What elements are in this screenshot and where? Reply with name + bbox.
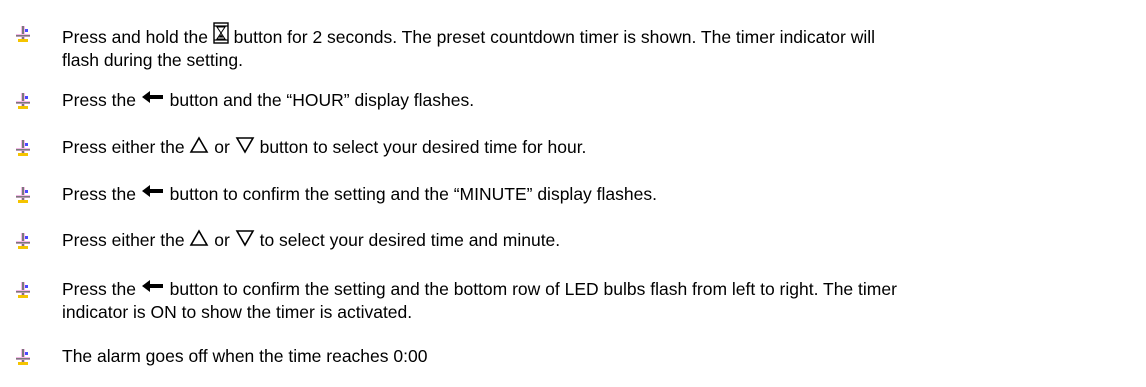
step-text: button to confirm the setting and the “M… bbox=[164, 184, 657, 204]
step-text: Press either the bbox=[62, 230, 190, 250]
hourglass-icon bbox=[213, 22, 229, 44]
bullet-icon bbox=[15, 232, 31, 250]
left-arrow-icon bbox=[141, 183, 165, 201]
step-text: Press the bbox=[62, 90, 141, 110]
bullet-icon bbox=[15, 92, 31, 110]
step-text: indicator is ON to show the timer is act… bbox=[62, 302, 413, 322]
down-triangle-icon bbox=[235, 229, 255, 247]
step-text: button for 2 seconds. The preset countdo… bbox=[228, 27, 875, 47]
bullet-icon bbox=[15, 348, 31, 366]
step-text: flash during the setting. bbox=[62, 50, 243, 70]
up-triangle-icon bbox=[189, 136, 209, 154]
step-text: Press the bbox=[62, 184, 141, 204]
step-text: Press either the bbox=[62, 137, 190, 157]
step-text: or bbox=[209, 137, 235, 157]
step-text: button and the “HOUR” display flashes. bbox=[164, 90, 475, 110]
down-triangle-icon bbox=[235, 136, 255, 154]
bullet-icon bbox=[15, 281, 31, 299]
instruction-list: Press and hold the button for 2 seconds.… bbox=[0, 0, 1146, 387]
left-arrow-icon bbox=[141, 278, 165, 296]
step-text: Press the bbox=[62, 279, 141, 299]
step-text: to select your desired time and minute. bbox=[254, 230, 561, 250]
bullet-icon bbox=[15, 139, 31, 157]
step-text: The alarm goes off when the time reaches… bbox=[62, 346, 428, 366]
left-arrow-icon bbox=[141, 89, 165, 107]
step-text: Press and hold the bbox=[62, 27, 213, 47]
bullet-icon bbox=[15, 25, 31, 43]
step-text: button to confirm the setting and the bo… bbox=[164, 279, 897, 299]
bullet-icon bbox=[15, 186, 31, 204]
step-text: or bbox=[209, 230, 235, 250]
step-text: button to select your desired time for h… bbox=[254, 137, 587, 157]
up-triangle-icon bbox=[189, 229, 209, 247]
